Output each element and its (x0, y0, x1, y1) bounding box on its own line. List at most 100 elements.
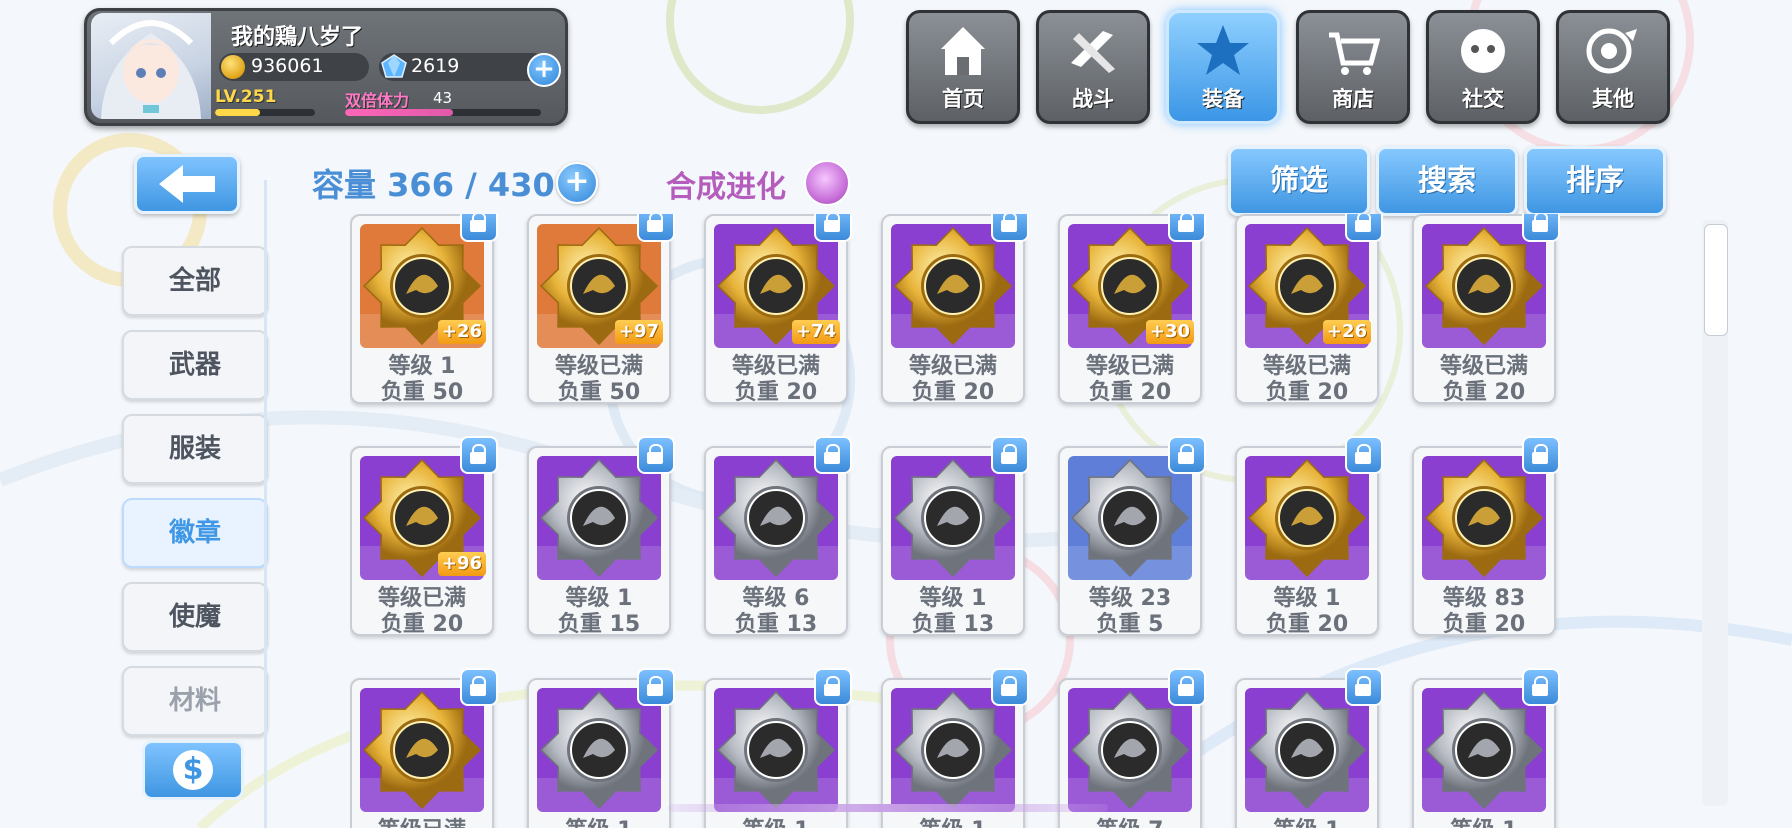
category-materials[interactable]: 材料 (122, 666, 268, 736)
lock-icon[interactable] (991, 436, 1029, 474)
add-gems-button[interactable]: + (527, 53, 561, 87)
badge-card[interactable]: +97 等级已满 负重 50 (527, 214, 675, 405)
nav-label: 商店 (1332, 87, 1374, 111)
evolve-swirl-icon[interactable] (804, 160, 850, 206)
capacity-separator: / (465, 166, 477, 204)
badge-card[interactable]: +30 等级已满 负重 20 (1058, 214, 1206, 405)
lock-icon[interactable] (814, 214, 852, 242)
lock-icon[interactable] (814, 436, 852, 474)
badge-dragon-icon (1422, 456, 1546, 580)
capacity-display: 容量 366 / 430 (312, 160, 555, 206)
badge-weight: 负重 20 (1088, 380, 1172, 405)
enhance-level: +30 (1145, 320, 1194, 344)
category-familiars[interactable]: 使魔 (122, 582, 268, 652)
badge-weight: 负重 20 (1265, 380, 1349, 405)
badge-weight: 负重 20 (380, 612, 464, 637)
badge-card[interactable]: +26 等级 1 负重 50 (350, 214, 498, 405)
lock-icon[interactable] (1522, 668, 1560, 706)
player-level: LV.251 (215, 87, 277, 107)
nav-social-button[interactable]: 社交 (1426, 10, 1540, 124)
category-clothing[interactable]: 服装 (122, 414, 268, 484)
avatar[interactable] (91, 13, 211, 119)
badge-card[interactable]: 等级已满 负重 20 (1412, 214, 1560, 405)
badge-level: 等级已满 (352, 812, 492, 828)
lock-icon[interactable] (637, 436, 675, 474)
badge-card[interactable]: +74 等级已满 负重 20 (704, 214, 852, 405)
badge-card-icon (891, 688, 1015, 812)
badge-card[interactable]: +26 等级已满 负重 20 (1235, 214, 1383, 405)
nav-label: 战斗 (1072, 87, 1114, 111)
lock-icon[interactable] (1522, 214, 1560, 242)
category-badges[interactable]: 徽章 (122, 498, 268, 568)
badge-level: 等级 1 (1414, 812, 1554, 828)
lock-icon[interactable] (460, 214, 498, 242)
lock-icon[interactable] (1168, 214, 1206, 242)
badge-jet-icon (714, 456, 838, 580)
badge-weight: 负重 13 (911, 612, 995, 637)
gold-coin-icon (221, 55, 245, 79)
badge-card[interactable]: 等级 83 负重 20 (1412, 436, 1560, 637)
nav-equipment-button[interactable]: 装备 (1166, 10, 1280, 124)
sort-button[interactable]: 排序 (1524, 146, 1666, 216)
badge-card[interactable]: 等级 1 负重 20 (1235, 436, 1383, 637)
lock-icon[interactable] (1345, 668, 1383, 706)
lock-icon[interactable] (1522, 436, 1560, 474)
scroll-thumb[interactable] (1704, 224, 1728, 336)
badge-weight: 负重 20 (911, 380, 995, 405)
capacity-label: 容量 (312, 166, 377, 204)
lock-icon[interactable] (460, 436, 498, 474)
lock-icon[interactable] (1345, 214, 1383, 242)
lock-icon[interactable] (637, 214, 675, 242)
badge-weight: 负重 13 (734, 612, 818, 637)
lock-icon[interactable] (991, 668, 1029, 706)
badge-card[interactable]: 等级 1 负重 15 (527, 436, 675, 637)
badge-card[interactable]: +96 等级已满 负重 20 (350, 436, 498, 637)
badge-card[interactable]: 等级 1 (1412, 668, 1560, 828)
category-weapons[interactable]: 武器 (122, 330, 268, 400)
lock-icon[interactable] (814, 668, 852, 706)
lock-icon[interactable] (460, 668, 498, 706)
currency-button[interactable]: $ (142, 740, 244, 800)
badge-card[interactable]: 等级 1 负重 13 (881, 436, 1029, 637)
scroll-indicator (668, 804, 1108, 812)
nav-battle-button[interactable]: 战斗 (1036, 10, 1150, 124)
badge-heart2-icon (1422, 224, 1546, 348)
back-arrow-icon (159, 165, 215, 203)
category-all[interactable]: 全部 (122, 246, 268, 316)
badge-bird-icon (360, 688, 484, 812)
badge-card[interactable]: 等级 6 负重 13 (704, 436, 852, 637)
badge-card[interactable]: 等级 23 负重 5 (1058, 436, 1206, 637)
badge-level: 等级 7 (1060, 812, 1200, 828)
lock-icon[interactable] (637, 668, 675, 706)
capacity-used: 366 (387, 166, 454, 204)
lock-icon[interactable] (991, 214, 1029, 242)
back-button[interactable] (134, 154, 240, 214)
gem-icon (381, 54, 407, 78)
badge-sword-icon (1245, 688, 1369, 812)
filter-button[interactable]: 筛选 (1228, 146, 1370, 216)
nav-other-button[interactable]: 其他 (1556, 10, 1670, 124)
search-button[interactable]: 搜索 (1376, 146, 1518, 216)
player-card[interactable]: 我的鶏八岁了 936061 2619 + LV.251 双倍体力 43 (84, 8, 568, 126)
lock-icon[interactable] (1168, 668, 1206, 706)
nav-home-button[interactable]: 首页 (906, 10, 1020, 124)
stamina-label: 双倍体力 (345, 91, 410, 110)
player-name: 我的鶏八岁了 (231, 25, 364, 50)
expand-capacity-button[interactable]: + (556, 162, 598, 204)
badge-blades-icon (537, 456, 661, 580)
enhance-level: +96 (437, 552, 486, 576)
badge-card[interactable]: 等级已满 负重 20 (881, 214, 1029, 405)
nav-shop-button[interactable]: 商店 (1296, 10, 1410, 124)
badge-weight: 负重 50 (557, 380, 641, 405)
evolve-button[interactable]: 合成进化 (666, 162, 786, 206)
gem-value: 2619 (411, 55, 460, 77)
badge-card[interactable]: 等级 1 (1235, 668, 1383, 828)
lock-icon[interactable] (1168, 436, 1206, 474)
scrollbar[interactable] (1702, 220, 1728, 806)
badge-card[interactable]: 等级 1 (527, 668, 675, 828)
face-icon (1461, 29, 1505, 73)
gold-counter: 936061 (219, 53, 369, 81)
badge-card[interactable]: 等级已满 (350, 668, 498, 828)
lock-icon[interactable] (1345, 436, 1383, 474)
badge-level: 等级 1 (529, 812, 669, 828)
